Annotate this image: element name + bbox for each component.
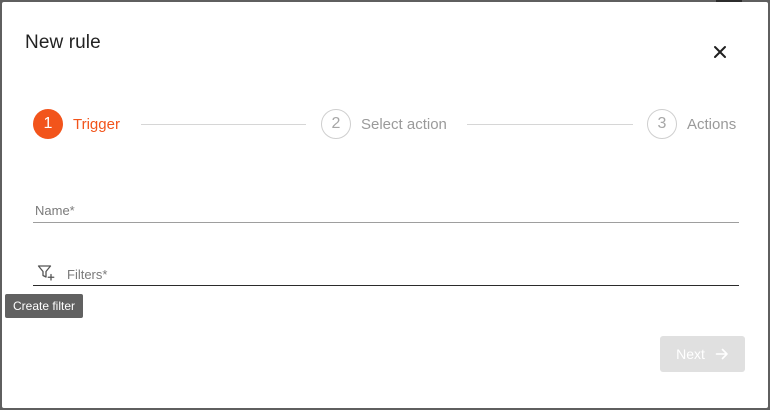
filter-add-icon[interactable] xyxy=(37,264,55,282)
close-icon xyxy=(714,46,726,58)
filters-field-label: Filters* xyxy=(67,267,108,282)
name-field[interactable]: Name* xyxy=(33,200,739,224)
step-label: Trigger xyxy=(73,115,120,133)
step-connector xyxy=(467,124,633,125)
step-actions[interactable]: 3 Actions xyxy=(647,108,736,140)
next-button[interactable]: Next xyxy=(660,336,745,372)
step-number: 2 xyxy=(321,109,351,139)
filters-field[interactable]: Filters* xyxy=(33,264,739,288)
step-connector xyxy=(141,124,306,125)
stepper: 1 Trigger 2 Select action 3 Actions xyxy=(33,108,739,140)
step-select-action[interactable]: 2 Select action xyxy=(321,108,447,140)
name-field-underline xyxy=(33,222,739,223)
dialog-title: New rule xyxy=(25,32,101,53)
arrow-right-icon xyxy=(715,348,728,360)
create-filter-tooltip: Create filter xyxy=(5,294,84,318)
step-number: 1 xyxy=(33,109,63,139)
next-button-label: Next xyxy=(676,346,705,362)
step-trigger[interactable]: 1 Trigger xyxy=(33,108,120,140)
step-label: Select action xyxy=(361,115,447,133)
step-number: 3 xyxy=(647,109,677,139)
name-field-label: Name* xyxy=(35,203,75,218)
step-label: Actions xyxy=(687,115,737,133)
close-button[interactable] xyxy=(708,40,732,64)
new-rule-dialog: New rule 1 Trigger 2 Select action 3 Act… xyxy=(2,2,768,408)
filters-field-underline xyxy=(33,285,739,286)
